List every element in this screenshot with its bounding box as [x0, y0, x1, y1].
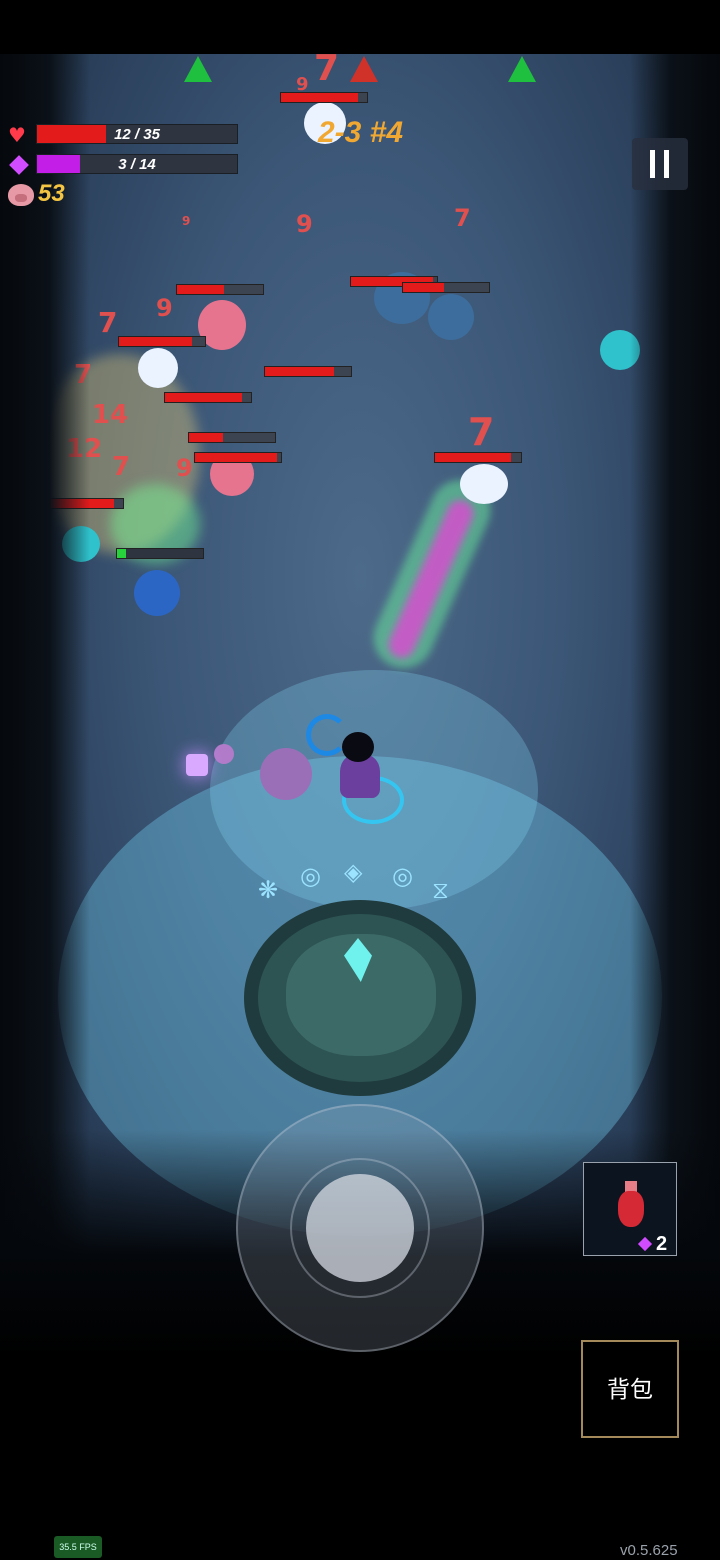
- pet-orb-small: [214, 744, 234, 764]
- joystick-knob[interactable]: [306, 1174, 414, 1282]
- damage-number: 9: [182, 214, 191, 228]
- enemy-health-fill: [435, 453, 511, 462]
- pause-icon: [664, 150, 669, 178]
- hp-bar: 12 / 35: [36, 124, 238, 144]
- damage-number: 9: [176, 454, 193, 482]
- enemy-health-bar: [402, 282, 490, 293]
- ally-health-fill: [117, 549, 126, 558]
- damage-number: 7: [314, 54, 340, 89]
- pig-count: 53: [38, 180, 65, 207]
- damage-number: 9: [296, 74, 309, 95]
- enemy-health-bar: [280, 92, 368, 103]
- heart-icon: ♥: [8, 123, 26, 147]
- mana-bar: 3 / 14: [36, 154, 238, 174]
- enemy-health-fill: [165, 393, 243, 402]
- backpack-button[interactable]: 背包: [581, 1340, 679, 1438]
- potion-count: 2: [656, 1233, 668, 1255]
- pig-icon: [8, 184, 34, 206]
- enemy-health-fill: [265, 367, 334, 376]
- damage-number: 7: [112, 452, 131, 482]
- fps-counter: 35.5 FPS: [54, 1536, 102, 1558]
- damage-number: 9: [296, 210, 313, 238]
- enemy-health-fill: [281, 93, 359, 102]
- hp-text: 12 / 35: [114, 126, 160, 143]
- enemy-health-fill: [403, 283, 445, 292]
- enemy-health-bar: [118, 336, 206, 347]
- offscreen-enemy-arrow-icon: [350, 56, 378, 82]
- rune-icon: ◎: [300, 862, 321, 890]
- enemy-health-fill: [189, 433, 224, 442]
- health-potion-icon: [618, 1191, 644, 1227]
- rune-icon: ❋: [258, 876, 279, 904]
- damage-number: 7: [468, 410, 495, 454]
- lantern-icon: [186, 754, 208, 776]
- enemy-health-bar: [176, 284, 264, 295]
- enemy-health-bar: [188, 432, 276, 443]
- level-label: 2-3 #4: [318, 116, 404, 149]
- enemy-health-bar: [264, 366, 352, 377]
- white-ghost-enemy: [460, 464, 508, 504]
- weapon-cooldown-sword-icon: [306, 714, 348, 756]
- damage-number: 7: [454, 204, 471, 232]
- blue-spider-enemy: [134, 570, 180, 616]
- rune-icon: ⧖: [432, 876, 449, 904]
- enemy-health-fill: [177, 285, 225, 294]
- mana-text: 3 / 14: [118, 156, 156, 173]
- pause-button[interactable]: [632, 138, 688, 190]
- pause-icon: [650, 150, 655, 178]
- backpack-label: 背包: [607, 1377, 653, 1403]
- enemy-health-fill: [195, 453, 277, 462]
- blue-spotted-enemy: [428, 294, 474, 340]
- rune-icon: ◈: [344, 858, 363, 886]
- rune-icon: ◎: [392, 862, 413, 890]
- pet-orb: [260, 748, 312, 800]
- white-ghost-enemy: [138, 348, 178, 388]
- version-label: v0.5.625: [620, 1542, 678, 1559]
- enemy-health-bar: [164, 392, 252, 403]
- mana-gem-icon: [637, 1236, 653, 1252]
- mana-gem-icon: [8, 155, 30, 175]
- damage-number: 9: [156, 294, 173, 322]
- potion-slot[interactable]: 2: [583, 1162, 677, 1256]
- damage-number: 14: [92, 400, 129, 430]
- enemy-health-bar: [194, 452, 282, 463]
- offscreen-indicator-arrow-icon: [184, 56, 212, 82]
- damage-number: 7: [98, 306, 118, 339]
- enemy-health-fill: [119, 337, 193, 346]
- ally-health-bar: [116, 548, 204, 559]
- offscreen-indicator-arrow-icon: [508, 56, 536, 82]
- virtual-joystick[interactable]: [236, 1104, 484, 1352]
